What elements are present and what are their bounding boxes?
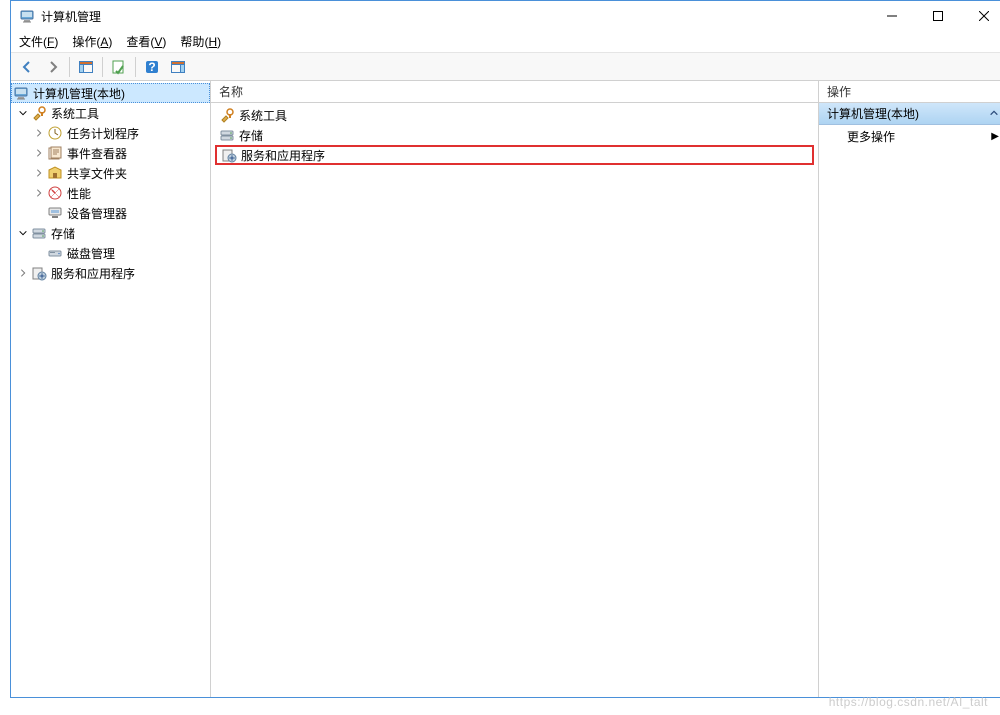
panels-icon [78, 59, 94, 75]
properties-button[interactable] [107, 55, 131, 79]
disk-icon [47, 245, 63, 261]
action-label: 更多操作 [847, 128, 895, 145]
actions-pane: 操作 计算机管理(本地) 更多操作 ▶ [819, 81, 1000, 697]
expander-icon[interactable] [33, 187, 45, 199]
menubar: 文件(F) 操作(A) 查看(V) 帮助(H) [11, 31, 1000, 53]
back-button[interactable] [15, 55, 39, 79]
expander-icon[interactable] [17, 227, 29, 239]
menu-file[interactable]: 文件(F) [19, 33, 58, 50]
tree-node-event-viewer[interactable]: 事件查看器 [11, 143, 210, 163]
window-controls [869, 1, 1000, 31]
menu-view[interactable]: 查看(V) [126, 33, 166, 50]
tree-label: 设备管理器 [67, 205, 127, 222]
back-icon [19, 59, 35, 75]
list-item-system-tools[interactable]: 系统工具 [215, 105, 814, 125]
forward-icon [45, 59, 61, 75]
list-item-label: 存储 [239, 127, 263, 144]
content-area: 计算机管理(本地) 系统工具 任务计划程序 事件查看器 共享文件夹 [11, 81, 1000, 697]
tree-node-storage[interactable]: 存储 [11, 223, 210, 243]
tools-icon [219, 107, 235, 123]
expander-icon[interactable] [17, 107, 29, 119]
tree-label: 共享文件夹 [67, 165, 127, 182]
expander-icon[interactable] [33, 167, 45, 179]
list-item-services-apps[interactable]: 服务和应用程序 [215, 145, 814, 165]
actions-section-label: 计算机管理(本地) [827, 105, 919, 122]
list-column-header[interactable]: 名称 [211, 81, 818, 103]
list-item-label: 服务和应用程序 [241, 147, 325, 164]
tree-node-shared-folders[interactable]: 共享文件夹 [11, 163, 210, 183]
tree-label: 事件查看器 [67, 145, 127, 162]
expander-icon[interactable] [33, 147, 45, 159]
toolbar-separator [69, 57, 70, 77]
tree-label: 性能 [67, 185, 91, 202]
tree-label: 计算机管理(本地) [33, 85, 125, 102]
panels2-icon [170, 59, 186, 75]
tree-node-system-tools[interactable]: 系统工具 [11, 103, 210, 123]
storage-icon [219, 127, 235, 143]
list-item-storage[interactable]: 存储 [215, 125, 814, 145]
properties-icon [111, 59, 127, 75]
show-hide-tree-button[interactable] [74, 55, 98, 79]
tree-node-performance[interactable]: 性能 [11, 183, 210, 203]
action-more-operations[interactable]: 更多操作 ▶ [819, 125, 1000, 147]
close-button[interactable] [961, 1, 1000, 31]
app-window: 计算机管理 文件(F) 操作(A) 查看(V) 帮助(H) 计算机管理(本地) [10, 0, 1000, 698]
list-pane: 名称 系统工具 存储 服务和应用程序 [211, 81, 819, 697]
menu-action[interactable]: 操作(A) [72, 33, 112, 50]
event-icon [47, 145, 63, 161]
window-title: 计算机管理 [41, 8, 869, 25]
tree-label: 服务和应用程序 [51, 265, 135, 282]
list-item-label: 系统工具 [239, 107, 287, 124]
menu-help[interactable]: 帮助(H) [180, 33, 221, 50]
actions-title: 操作 [827, 83, 851, 100]
tree-label: 系统工具 [51, 105, 99, 122]
tools-icon [31, 105, 47, 121]
storage-icon [31, 225, 47, 241]
tree-label: 存储 [51, 225, 75, 242]
tree-node-task-scheduler[interactable]: 任务计划程序 [11, 123, 210, 143]
tree-pane[interactable]: 计算机管理(本地) 系统工具 任务计划程序 事件查看器 共享文件夹 [11, 81, 211, 697]
performance-icon [47, 185, 63, 201]
help-icon [144, 59, 160, 75]
help-button[interactable] [140, 55, 164, 79]
services-icon [221, 147, 237, 163]
toolbar-separator [102, 57, 103, 77]
device-icon [47, 205, 63, 221]
chevron-right-icon: ▶ [991, 131, 999, 142]
tree-label: 任务计划程序 [67, 125, 139, 142]
tree-node-services-apps[interactable]: 服务和应用程序 [11, 263, 210, 283]
maximize-button[interactable] [915, 1, 961, 31]
actions-header: 操作 [819, 81, 1000, 103]
expander-icon[interactable] [17, 267, 29, 279]
services-icon [31, 265, 47, 281]
watermark: https://blog.csdn.net/AI_talt [829, 695, 988, 709]
tree-root[interactable]: 计算机管理(本地) [11, 83, 210, 103]
collapse-icon[interactable] [989, 107, 999, 121]
app-icon [19, 8, 35, 24]
column-name: 名称 [219, 83, 243, 100]
clock-icon [47, 125, 63, 141]
actions-section-header[interactable]: 计算机管理(本地) [819, 103, 1000, 125]
titlebar[interactable]: 计算机管理 [11, 1, 1000, 31]
list-body[interactable]: 系统工具 存储 服务和应用程序 [211, 103, 818, 697]
toolbar-separator [135, 57, 136, 77]
tree-node-disk-management[interactable]: 磁盘管理 [11, 243, 210, 263]
toolbar [11, 53, 1000, 81]
minimize-button[interactable] [869, 1, 915, 31]
tree-node-device-manager[interactable]: 设备管理器 [11, 203, 210, 223]
tree-label: 磁盘管理 [67, 245, 115, 262]
forward-button[interactable] [41, 55, 65, 79]
expander-icon[interactable] [33, 127, 45, 139]
show-hide-actions-button[interactable] [166, 55, 190, 79]
computer-icon [13, 85, 29, 101]
share-icon [47, 165, 63, 181]
